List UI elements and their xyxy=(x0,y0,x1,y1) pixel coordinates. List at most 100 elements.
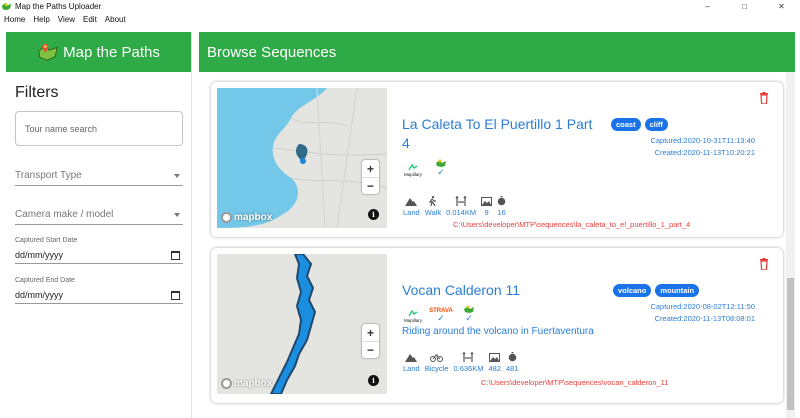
mountain-icon xyxy=(405,196,418,206)
mtp-integration: ✓ xyxy=(458,304,480,323)
mapillary-text: Mapillary xyxy=(403,172,422,177)
sequence-list[interactable]: + − i mapbox La Caleta To El Puertillo 1… xyxy=(199,72,795,418)
mtp-integration: ✓ xyxy=(430,158,452,177)
map-the-paths-logo-icon xyxy=(38,43,58,61)
mapillary-logo-icon xyxy=(408,308,418,318)
stat-type: Land xyxy=(403,352,420,373)
walk-icon xyxy=(428,196,437,206)
mapillary-integration: Mapillary xyxy=(402,162,424,177)
check-icon: ✓ xyxy=(437,167,445,177)
map-info-button[interactable]: i xyxy=(368,209,379,220)
start-date-label: Captured Start Date xyxy=(15,237,78,244)
menu-home[interactable]: Home xyxy=(4,15,25,24)
stopwatch-icon xyxy=(508,352,517,362)
mapbox-text: mapbox xyxy=(234,212,273,223)
mapbox-attribution[interactable]: mapbox xyxy=(221,378,272,389)
created-date: Created:2020-11-13T08:08:01 xyxy=(654,314,755,323)
sequence-title-line1: La Caleta To El Puertillo 1 Part xyxy=(402,116,593,132)
mapbox-text: mapbox xyxy=(234,378,273,389)
camera-label: Camera make / model xyxy=(15,209,114,220)
app-logo-icon xyxy=(1,2,12,11)
distance-value: 0.014KM xyxy=(446,208,477,217)
menu-bar: Home Help View Edit About xyxy=(0,13,134,26)
sequence-card[interactable]: + − i mapbox La Caleta To El Puertillo 1… xyxy=(211,82,783,237)
stat-distance: 0.636KM xyxy=(453,352,483,373)
start-date-input[interactable]: dd/mm/yyyy xyxy=(15,247,183,264)
stats-row: Land Bicycle 0.636KM 482 481 xyxy=(403,352,519,373)
mapillary-logo-icon xyxy=(408,162,418,172)
tour-search-input[interactable] xyxy=(15,111,183,146)
mapbox-logo-icon xyxy=(221,378,232,389)
sidebar-brand: Map the Paths xyxy=(63,43,160,61)
stat-distance: 0.014KM xyxy=(446,196,476,217)
stat-type: Land xyxy=(403,196,420,217)
created-date: Created:2020-11-13T10:20:21 xyxy=(654,148,755,157)
main-header: Browse Sequences xyxy=(199,32,795,72)
menu-help[interactable]: Help xyxy=(33,15,49,24)
dropdown-arrow-icon xyxy=(174,173,180,178)
camera-select[interactable]: Camera make / model xyxy=(15,205,183,225)
calendar-icon[interactable] xyxy=(171,250,180,260)
tag-badge[interactable]: cliff xyxy=(644,118,668,131)
bicycle-icon xyxy=(430,352,444,362)
photos-icon xyxy=(489,352,501,362)
type-value: Land xyxy=(403,364,420,373)
title-bar: Map the Paths Uploader – □ ✕ xyxy=(0,0,800,13)
mapbox-attribution[interactable]: mapbox xyxy=(221,212,272,223)
check-icon: ✓ xyxy=(465,313,473,323)
zoom-out-button[interactable]: − xyxy=(362,341,379,358)
photos-icon xyxy=(481,196,493,206)
zoom-control: + − xyxy=(362,160,379,194)
menu-about[interactable]: About xyxy=(105,15,126,24)
tag-list: volcano mountain xyxy=(613,284,700,297)
tag-list: coast cliff xyxy=(611,118,668,131)
calendar-icon[interactable] xyxy=(171,290,180,300)
scrollbar-thumb[interactable] xyxy=(787,278,794,410)
sequence-title[interactable]: La Caleta To El Puertillo 1 Part 4 xyxy=(402,115,592,153)
map-info-button[interactable]: i xyxy=(368,375,379,386)
sequence-map[interactable]: + − i mapbox xyxy=(217,88,387,228)
transport-value: Walk xyxy=(424,208,442,217)
mapbox-logo-icon xyxy=(221,212,232,223)
tag-badge[interactable]: mountain xyxy=(655,284,700,297)
zoom-in-button[interactable]: + xyxy=(362,324,379,341)
stats-row: Land Walk 0.014KM 9 16 xyxy=(403,196,506,217)
strava-integration: STRAVA ✓ xyxy=(429,308,453,323)
zoom-control: + − xyxy=(362,324,379,358)
delete-icon[interactable] xyxy=(759,258,769,270)
menu-edit[interactable]: Edit xyxy=(83,15,97,24)
sequence-card[interactable]: + − i mapbox Vocan Calderon 11 volcano m… xyxy=(211,248,783,403)
stopwatch-icon xyxy=(497,196,506,206)
sequence-path[interactable]: C:\Users\developer\MTP\sequences\vocan_c… xyxy=(481,378,668,387)
captured-date: Captured:2020-08-02T12:11:50 xyxy=(650,302,755,311)
sidebar-header: Map the Paths xyxy=(6,32,191,72)
minimize-button[interactable]: – xyxy=(689,0,726,13)
close-button[interactable]: ✕ xyxy=(763,0,800,13)
duration-value: 481 xyxy=(506,364,519,373)
transport-type-select[interactable]: Transport Type xyxy=(15,166,183,186)
sequence-title[interactable]: Vocan Calderon 11 xyxy=(402,281,520,300)
zoom-out-button[interactable]: − xyxy=(362,177,379,194)
transport-type-label: Transport Type xyxy=(15,170,82,181)
stat-photos: 482 xyxy=(488,352,501,373)
sequence-map[interactable]: + − i mapbox xyxy=(217,254,387,394)
maximize-button[interactable]: □ xyxy=(726,0,763,13)
photos-value: 482 xyxy=(488,364,501,373)
stat-transport: Bicycle xyxy=(424,352,449,373)
transport-value: Bicycle xyxy=(424,364,449,373)
distance-icon xyxy=(462,352,474,362)
zoom-in-button[interactable]: + xyxy=(362,160,379,177)
end-date-input[interactable]: dd/mm/yyyy xyxy=(15,287,183,304)
delete-icon[interactable] xyxy=(759,92,769,104)
type-value: Land xyxy=(403,208,420,217)
scrollbar[interactable] xyxy=(786,72,795,418)
mapillary-integration: Mapillary xyxy=(402,308,424,323)
tag-badge[interactable]: coast xyxy=(611,118,641,131)
menu-view[interactable]: View xyxy=(58,15,75,24)
filters-heading: Filters xyxy=(15,84,59,101)
map-image xyxy=(217,88,387,228)
mountain-icon xyxy=(405,352,418,362)
photos-value: 9 xyxy=(484,208,489,217)
tag-badge[interactable]: volcano xyxy=(613,284,652,297)
sequence-path[interactable]: C:\Users\developer\MTP\sequences\la_cale… xyxy=(453,220,690,229)
